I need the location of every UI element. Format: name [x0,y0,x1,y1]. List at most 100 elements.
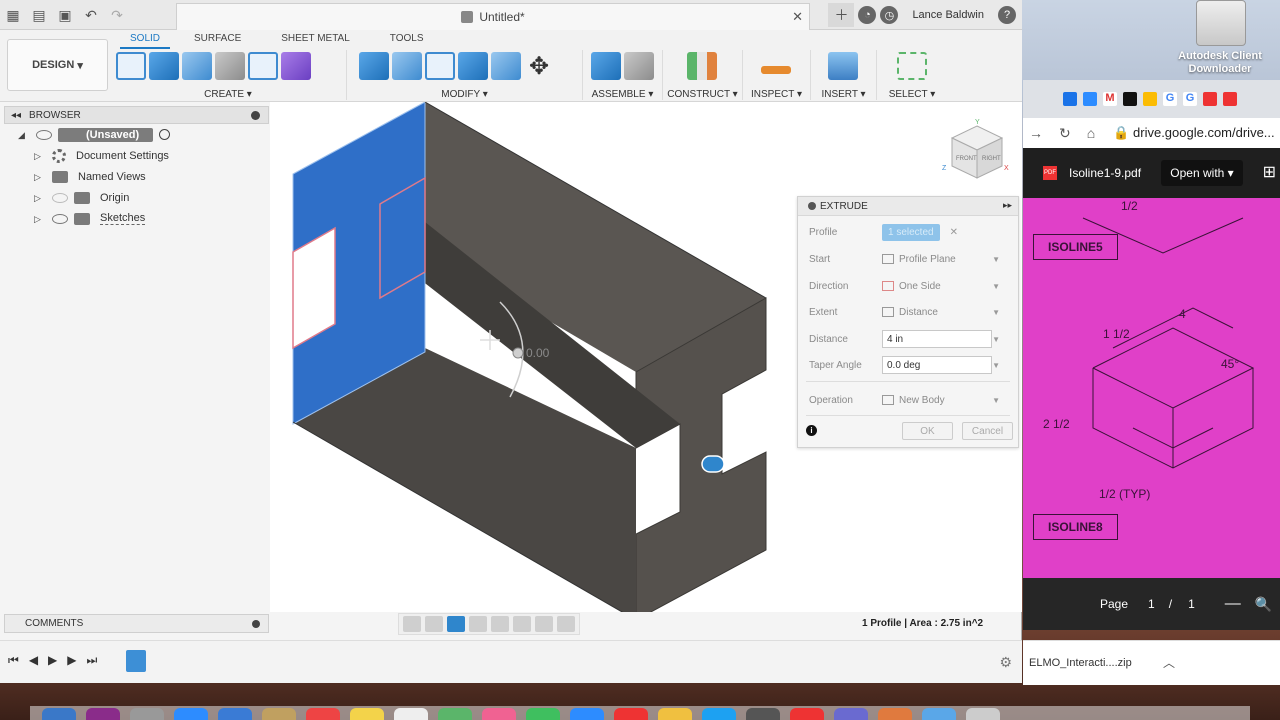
dimension-label[interactable]: 0.00 [526,346,550,360]
create-form-icon[interactable] [281,52,311,80]
extrude-icon[interactable] [149,52,179,80]
collapse-browser-icon[interactable]: ◂◂ [11,110,21,121]
chevron-down-icon[interactable]: ▼ [992,255,1000,264]
save-icon[interactable]: ▣ [52,3,78,27]
fit-icon[interactable] [491,616,509,632]
activity-dock-icon[interactable] [746,708,780,720]
undo-icon[interactable]: ↶ [78,3,104,27]
calendar-dock-icon[interactable] [306,708,340,720]
expand-dialog-icon[interactable]: ▸▸ [1003,200,1012,211]
file-menu-icon[interactable]: ▤ [26,3,52,27]
reminders-dock-icon[interactable] [394,708,428,720]
downloads-dock-icon[interactable] [922,708,956,720]
app-dock-icon[interactable] [790,708,824,720]
select-menu[interactable]: SELECT ▾ [877,89,947,100]
music-dock-icon[interactable] [614,708,648,720]
ok-button[interactable]: OK [902,422,953,440]
create-sketch-icon[interactable] [116,52,146,80]
comments-panel[interactable]: COMMENTS [4,614,269,633]
profile-selected-chip[interactable]: 1 selected [882,223,940,241]
pattern-icon[interactable] [248,52,278,80]
browser-pin-icon[interactable] [251,111,260,120]
profile-select[interactable]: 1 selected ✕ [882,223,958,241]
clear-selection-icon[interactable]: ✕ [950,227,958,238]
visibility-eye-icon[interactable] [36,129,52,140]
offset-face-icon[interactable] [491,52,521,80]
trash-dock-icon[interactable] [966,708,1000,720]
taper-angle-input[interactable]: 0.0 deg [882,356,992,374]
insert-menu[interactable]: INSERT ▾ [811,89,876,100]
measure-icon[interactable] [761,66,791,74]
photos-dock-icon[interactable] [482,708,516,720]
zoom-tab-icon[interactable] [1083,92,1097,106]
dialog-pin-icon[interactable] [808,202,816,210]
job-status-icon[interactable]: ◔ [858,6,877,24]
chevron-down-icon[interactable]: ▼ [992,335,1000,344]
twitter-dock-icon[interactable] [702,708,736,720]
press-pull-icon[interactable] [359,52,389,80]
start-select[interactable]: Profile Plane [882,254,956,265]
expand-triangle-icon[interactable]: ▷ [34,214,44,224]
maps-dock-icon[interactable] [438,708,472,720]
hole-icon[interactable] [215,52,245,80]
download-file-name[interactable]: ELMO_Interacti....zip [1029,657,1132,669]
tab-tools[interactable]: TOOLS [380,31,434,49]
redo-icon[interactable]: ↷ [104,3,130,27]
revolve-icon[interactable] [182,52,212,80]
open-with-button[interactable]: Open with ▾ [1161,160,1243,186]
tree-item-named-views[interactable]: ▷ Named Views [4,166,269,187]
drive-label[interactable]: Autodesk Client Downloader [1160,50,1280,76]
tree-item-document-settings[interactable]: ▷ Document Settings [4,145,269,166]
launchpad-dock-icon[interactable] [130,708,164,720]
display-settings-icon[interactable] [513,616,531,632]
fusion-dock-icon[interactable] [834,708,868,720]
orbit-icon[interactable] [403,616,421,632]
expand-triangle-icon[interactable]: ▷ [34,193,44,203]
google-tab-icon[interactable]: G [1183,92,1197,106]
zoom-out-icon[interactable]: — [1225,595,1241,613]
right-face-label[interactable]: RIGHT [982,156,1001,162]
extrude-handle[interactable] [512,347,524,359]
fillet-icon[interactable] [392,52,422,80]
play-icon[interactable]: ▶ [48,653,57,668]
document-tab[interactable]: Untitled* ✕ [176,3,810,30]
chevron-up-icon[interactable]: ︿ [1163,654,1175,671]
chevron-down-icon[interactable]: ▼ [992,282,1000,291]
chevron-down-icon[interactable]: ▼ [992,396,1000,405]
external-drive-icon[interactable] [1196,0,1246,46]
expand-triangle-icon[interactable]: ▷ [34,172,44,182]
notes-dock-icon[interactable] [350,708,384,720]
go-to-end-icon[interactable]: ⏭ [87,653,98,668]
reload-icon[interactable]: ↻ [1059,125,1071,142]
create-menu[interactable]: CREATE ▾ [110,89,346,100]
youtube-tab-icon[interactable] [1203,92,1217,106]
step-back-icon[interactable]: ◀ [29,653,38,668]
direction-select[interactable]: One Side [882,281,941,292]
offset-plane-icon[interactable] [687,52,717,80]
gmail-tab-icon[interactable]: M [1103,92,1117,106]
extrude-header[interactable]: EXTRUDE ▸▸ [798,197,1018,216]
drive-tab-icon[interactable] [1143,92,1157,106]
app-grid-icon[interactable]: ▦ [0,3,26,27]
messages-dock-icon[interactable] [526,708,560,720]
safari-dock-icon[interactable] [174,708,208,720]
user-name[interactable]: Lance Baldwin [912,9,984,21]
tab-solid[interactable]: SOLID [120,31,171,49]
plus-tab-icon[interactable] [1123,92,1137,106]
tab-surface[interactable]: SURFACE [184,31,251,49]
look-at-icon[interactable] [425,616,443,632]
insert-image-icon[interactable] [828,52,858,80]
facetime-dock-icon[interactable] [570,708,604,720]
comments-pin-icon[interactable] [252,620,260,628]
extent-select[interactable]: Distance [882,307,938,318]
root-component-label[interactable]: (Unsaved) [58,127,154,142]
google-tab-icon[interactable]: G [1163,92,1177,106]
timeline-settings-icon[interactable]: ⚙ [999,654,1012,671]
activate-radio-icon[interactable] [159,129,171,140]
viewports-icon[interactable] [557,616,575,632]
tree-root[interactable]: ◢ (Unsaved) [4,124,269,145]
chevron-down-icon[interactable]: ▼ [992,361,1000,370]
timeline-sketch-item[interactable] [126,650,146,672]
zoom-in-icon[interactable]: 🔍 [1255,596,1272,613]
pan-icon[interactable] [447,616,465,632]
